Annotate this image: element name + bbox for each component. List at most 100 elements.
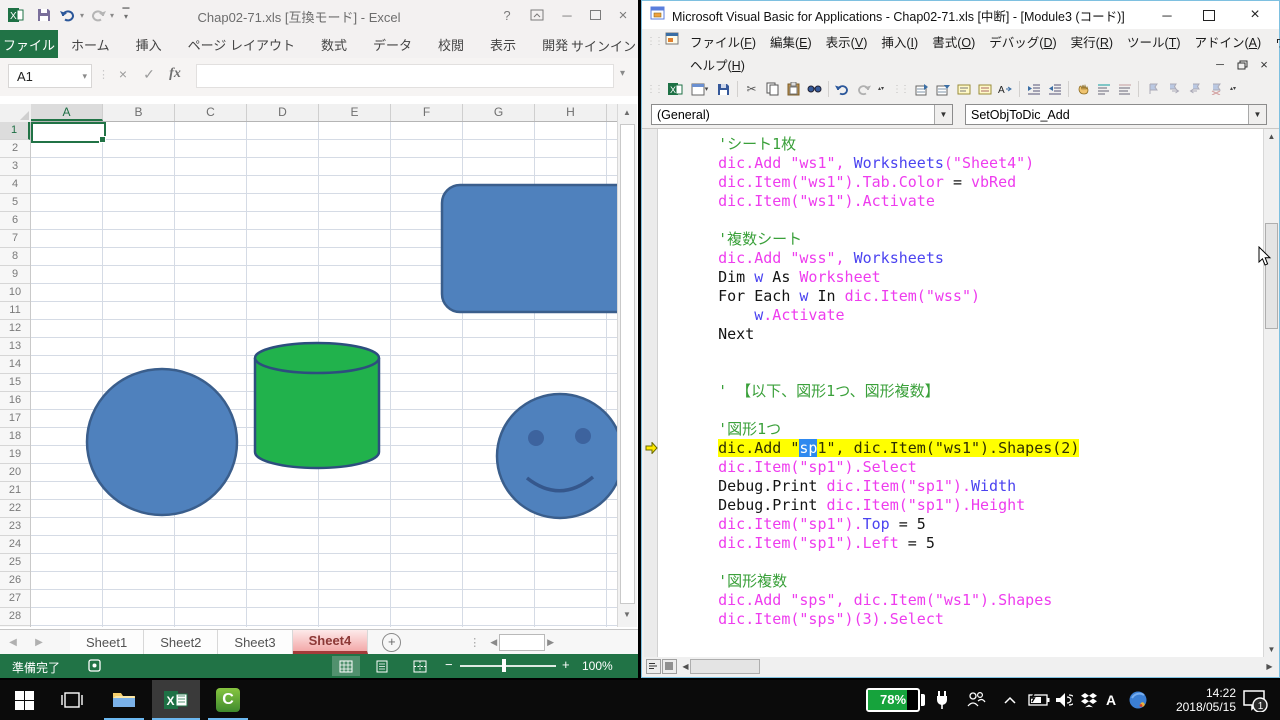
row-header[interactable]: 1 (0, 122, 30, 140)
ribbon-tab[interactable]: 挿入 (123, 30, 175, 58)
vscroll-thumb[interactable] (620, 124, 635, 604)
code-line[interactable]: dic.Item("sp1").Select (682, 458, 1079, 477)
vba-menu-item[interactable]: 表示(V) (819, 29, 875, 54)
paste-icon[interactable] (783, 80, 804, 99)
vba-menu-item[interactable]: 挿入(I) (874, 29, 925, 54)
vba-menu-item[interactable]: 書式(O) (925, 29, 982, 54)
undo-dropdown-icon[interactable]: ▾ (78, 7, 86, 23)
vba-menu-item[interactable]: 編集(E) (763, 29, 819, 54)
normal-view-button[interactable] (332, 656, 360, 676)
code-line[interactable]: '図形1つ (682, 420, 1079, 439)
cylinder-body-shape[interactable] (255, 358, 379, 468)
tray-expand-chevron-icon[interactable] (1004, 690, 1016, 710)
undo-icon[interactable] (60, 7, 76, 23)
code-line[interactable] (682, 211, 1079, 230)
row-header[interactable]: 14 (0, 356, 30, 374)
code-vscrollbar[interactable]: ▲ ▼ (1263, 129, 1279, 657)
row-header[interactable]: 4 (0, 176, 30, 194)
row-header[interactable]: 16 (0, 392, 30, 410)
complete-word-icon[interactable]: A (995, 80, 1016, 99)
vba-menu-item[interactable]: ヘルプ(H) (683, 52, 752, 77)
row-header[interactable]: 9 (0, 266, 30, 284)
full-module-view-icon[interactable] (662, 659, 677, 674)
sheet-nav-prev-icon[interactable]: ◀ (0, 630, 26, 654)
zoom-percent[interactable]: 100% (582, 659, 613, 673)
vscroll-thumb[interactable] (1265, 223, 1278, 329)
row-header[interactable]: 8 (0, 248, 30, 266)
code-line[interactable]: dic.Add "ws1", Worksheets("Sheet4") (682, 154, 1079, 173)
active-cell-selection[interactable] (31, 122, 106, 143)
view-excel-icon[interactable]: X (665, 80, 686, 99)
row-header[interactable]: 5 (0, 194, 30, 212)
insert-object-icon[interactable]: ▾ (686, 80, 713, 99)
code-line[interactable]: 'シート1枚 (682, 135, 1079, 154)
list-constants-icon[interactable] (932, 80, 953, 99)
new-sheet-button[interactable]: + (382, 633, 401, 652)
zoom-slider-track[interactable] (460, 665, 556, 667)
sheet-tab-sheet3[interactable]: Sheet3 (218, 630, 292, 654)
power-plug-icon[interactable] (934, 690, 950, 710)
maximize-button[interactable] (582, 5, 608, 25)
hscroll-thumb[interactable] (690, 659, 760, 674)
close-button[interactable]: × (610, 5, 636, 25)
hscroll-right-icon[interactable]: ▶ (547, 637, 554, 648)
sheet-tab-sheet2[interactable]: Sheet2 (144, 630, 218, 654)
scroll-right-icon[interactable]: ▶ (1262, 659, 1277, 674)
page-layout-view-button[interactable] (368, 656, 396, 676)
minimize-button[interactable]: ─ (554, 5, 580, 25)
row-header[interactable]: 18 (0, 428, 30, 446)
column-header[interactable]: C (175, 104, 247, 121)
row-header[interactable]: 3 (0, 158, 30, 176)
toggle-breakpoint-hand-icon[interactable] (1072, 80, 1093, 99)
volume-icon[interactable] (1055, 690, 1073, 710)
vba-maximize-button[interactable] (1194, 5, 1224, 25)
code-margin[interactable] (644, 129, 658, 657)
camtasia-button[interactable]: C (204, 680, 252, 720)
scroll-up-icon[interactable]: ▲ (623, 108, 631, 117)
sheet-tab-sheet1[interactable]: Sheet1 (70, 630, 144, 654)
mdi-close-icon[interactable]: × (1254, 56, 1274, 73)
code-hscrollbar[interactable]: ◀ ▶ (644, 657, 1279, 676)
code-line[interactable]: dic.Item("ws1").Activate (682, 192, 1079, 211)
task-view-button[interactable] (48, 680, 96, 720)
row-header[interactable]: 24 (0, 536, 30, 554)
code-line[interactable] (682, 363, 1079, 382)
row-header[interactable]: 19 (0, 446, 30, 464)
object-combo[interactable]: (General) ▼ (651, 104, 953, 125)
mdi-minimize-icon[interactable]: ─ (1210, 56, 1230, 73)
formula-input[interactable] (196, 64, 614, 88)
code-line[interactable]: dic.Item("sps")(3).Select (682, 610, 1079, 629)
file-explorer-button[interactable] (100, 680, 148, 720)
people-icon[interactable] (966, 690, 986, 710)
dropbox-icon[interactable] (1080, 690, 1098, 710)
code-line[interactable]: dic.Item("sp1").Top = 5 (682, 515, 1079, 534)
ribbon-tab[interactable]: データ (360, 30, 425, 58)
row-header[interactable]: 23 (0, 518, 30, 536)
battery-widget[interactable]: 78% (866, 688, 920, 712)
vba-menu-item[interactable]: 実行(R) (1064, 29, 1120, 54)
insert-function-icon[interactable]: fx (164, 66, 186, 82)
redo-dropdown-icon[interactable]: ▾ (108, 7, 116, 23)
confirm-entry-icon[interactable]: ✓ (138, 66, 160, 83)
toggle-bookmark-icon[interactable] (1142, 80, 1163, 99)
code-line[interactable] (682, 553, 1079, 572)
indent-icon[interactable] (1023, 80, 1044, 99)
comment-block-icon[interactable] (1093, 80, 1114, 99)
vba-close-button[interactable]: × (1240, 5, 1270, 25)
save-icon[interactable] (713, 80, 734, 99)
column-header[interactable]: G (463, 104, 535, 121)
circle-shape[interactable] (87, 369, 237, 515)
code-line[interactable]: Next (682, 325, 1079, 344)
copy-icon[interactable] (762, 80, 783, 99)
cancel-entry-icon[interactable]: × (112, 66, 134, 82)
procedure-view-icon[interactable] (646, 659, 661, 674)
vba-menu-item[interactable]: アドイン(A) (1188, 29, 1269, 54)
column-header[interactable]: F (391, 104, 463, 121)
code-line[interactable] (682, 344, 1079, 363)
row-header[interactable]: 10 (0, 284, 30, 302)
code-line[interactable]: '複数シート (682, 230, 1079, 249)
sheet-vscrollbar[interactable]: ▲ ▼ (617, 104, 637, 627)
zoom-out-icon[interactable]: − (445, 657, 453, 672)
ribbon-tab-file[interactable]: ファイル (0, 30, 58, 58)
code-editor[interactable]: 'シート1枚 dic.Add "ws1", Worksheets("Sheet4… (658, 129, 1263, 657)
